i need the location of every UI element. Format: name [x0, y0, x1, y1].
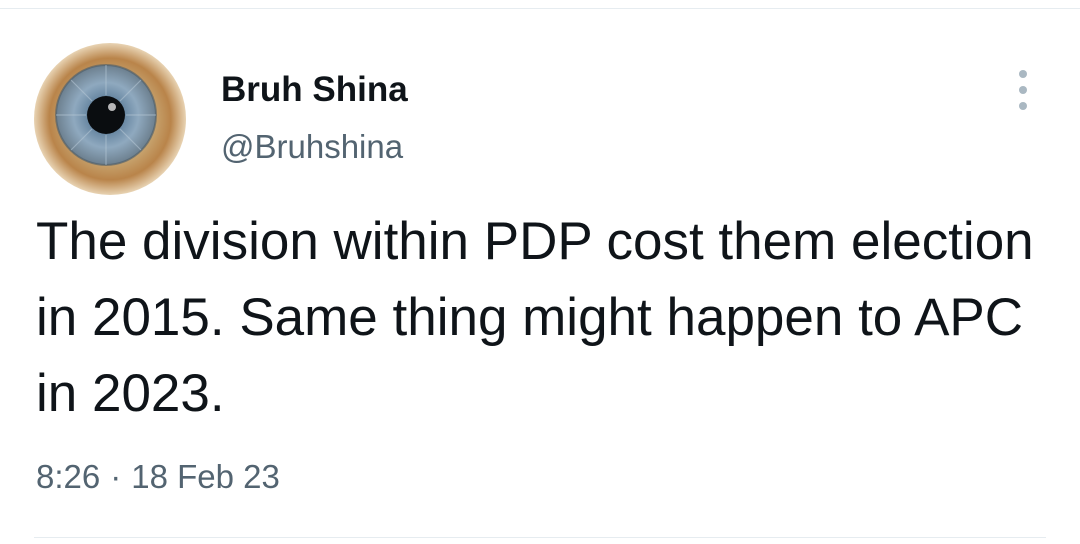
tweet-text: The division within PDP cost them electi… — [36, 212, 1034, 423]
tweet-date[interactable]: 18 Feb 23 — [131, 458, 280, 495]
tweet-timestamp: 8:26 · 18 Feb 23 — [36, 455, 280, 499]
bottom-divider — [34, 537, 1046, 538]
top-divider — [0, 8, 1080, 9]
author-display-name[interactable]: Bruh Shina — [221, 66, 408, 114]
tweet-time[interactable]: 8:26 — [36, 458, 100, 495]
more-options-button[interactable] — [1002, 64, 1044, 116]
author-block[interactable]: Bruh Shina @Bruhshina — [221, 66, 408, 171]
author-handle[interactable]: @Bruhshina — [221, 123, 408, 171]
eye-avatar-icon — [34, 43, 186, 195]
avatar[interactable] — [34, 43, 186, 195]
meta-separator: · — [110, 458, 122, 495]
